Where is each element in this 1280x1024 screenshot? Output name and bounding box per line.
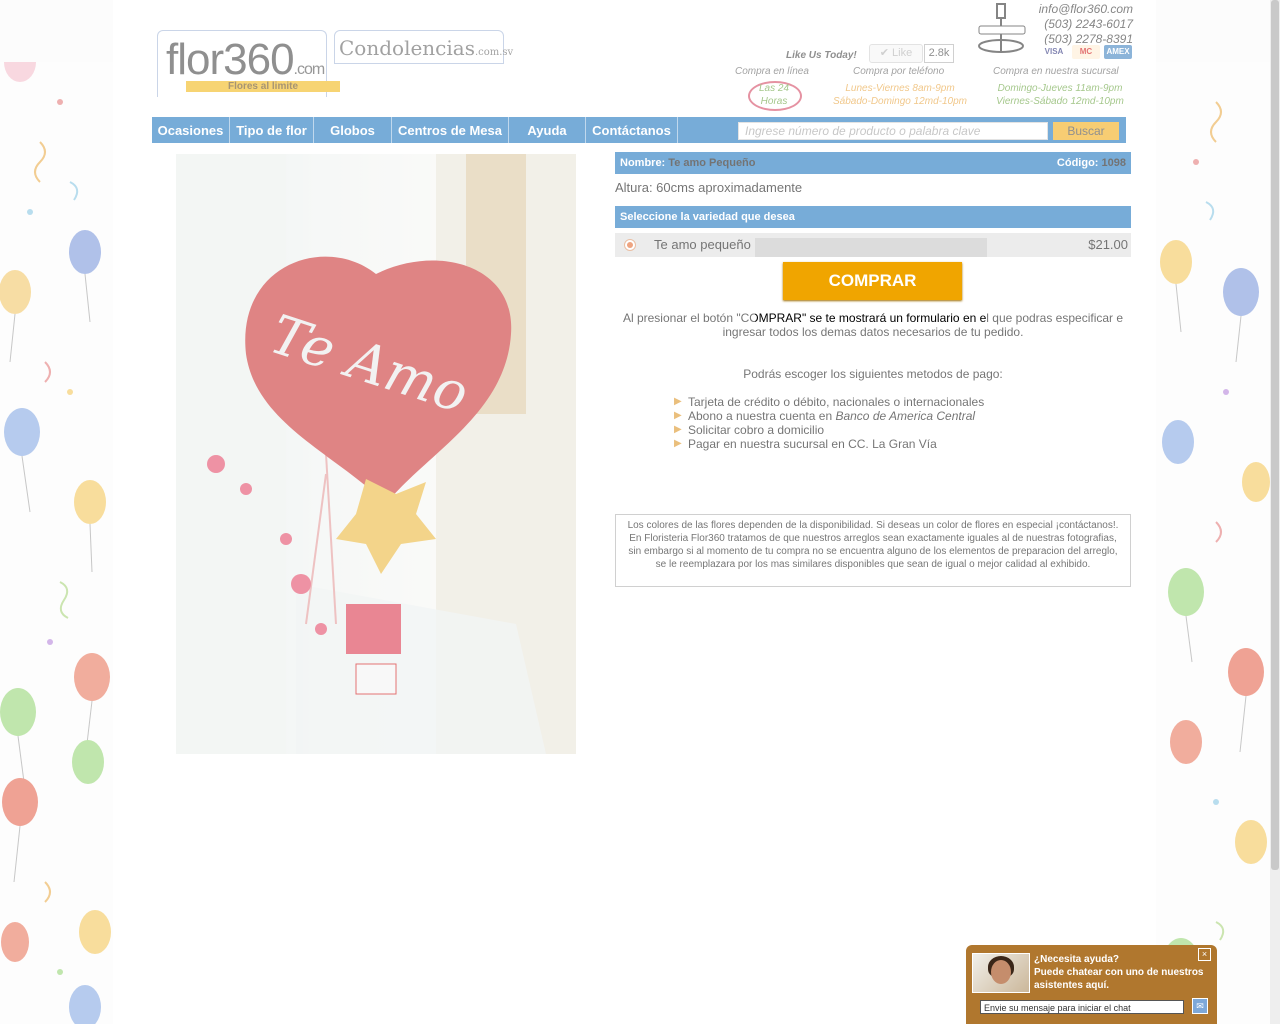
logo-tagline: Flores al limite bbox=[186, 81, 340, 92]
bank-name: Banco de America Central bbox=[835, 409, 976, 423]
search-input[interactable]: Ingrese número de producto o palabra cla… bbox=[738, 122, 1048, 140]
nav-centros-de-mesa[interactable]: Centros de Mesa bbox=[392, 117, 509, 143]
product-image: Te Amo bbox=[176, 154, 576, 754]
nav-ocasiones[interactable]: Ocasiones bbox=[152, 117, 230, 143]
store-purchase-heading: Compra en nuestra sucursal bbox=[993, 66, 1119, 77]
close-icon[interactable]: × bbox=[1198, 948, 1211, 961]
chat-agent-avatar bbox=[972, 953, 1030, 993]
store-purchase-hours: Domingo-Jueves 11am-9pm Viernes-Sábado 1… bbox=[985, 82, 1135, 108]
chat-title: ¿Necesita ayuda? Puede chatear con uno d… bbox=[1034, 953, 1212, 992]
phone-hours-line2: Sábado-Domingo 12md-10pm bbox=[833, 96, 967, 107]
chat-message-input[interactable]: Envie su mensaje para iniciar el chat bbox=[980, 1000, 1184, 1014]
mastercard-icon: MC bbox=[1072, 45, 1100, 59]
product-name-bar: Nombre: Te amo Pequeño Código: 1098 bbox=[615, 152, 1131, 174]
nav-tipo-de-flor[interactable]: Tipo de flor bbox=[230, 117, 314, 143]
variety-name: Te amo pequeño bbox=[654, 237, 751, 252]
code-label: Código: bbox=[1056, 157, 1099, 169]
variety-option[interactable]: Te amo pequeño $21.00 bbox=[615, 233, 1131, 257]
product-name: Te amo Pequeño bbox=[668, 157, 756, 169]
right-balloon-pattern bbox=[1156, 62, 1280, 1024]
payment-method-card: Tarjeta de crédito o débito, nacionales … bbox=[674, 395, 984, 409]
facebook-like-button[interactable]: ✔ Like bbox=[869, 44, 923, 63]
la-gran-via-logo bbox=[977, 2, 1027, 58]
nav-contactanos[interactable]: Contáctanos bbox=[586, 117, 678, 143]
variety-header: Seleccione la variedad que desea bbox=[615, 206, 1131, 228]
scrollbar-thumb[interactable] bbox=[1271, 0, 1279, 870]
phone-purchase-hours: Lunes-Viernes 8am-9pm Sábado-Domingo 12m… bbox=[825, 82, 975, 108]
like-label: Like bbox=[892, 47, 913, 59]
chat-send-icon[interactable]: ✉ bbox=[1192, 998, 1208, 1014]
phone-purchase-heading: Compra por teléfono bbox=[853, 66, 945, 77]
buy-instructions: Al presionar el botón "COMPRAR" se te mo… bbox=[622, 311, 1124, 339]
logo2-domain: .com.sv bbox=[474, 47, 514, 58]
chat-subheading: Puede chatear con uno de nuestros asiste… bbox=[1034, 967, 1204, 991]
product-code: 1098 bbox=[1101, 157, 1126, 169]
logo2-text: Condolencias bbox=[339, 36, 475, 60]
phone-hours-line1: Lunes-Viernes 8am-9pm bbox=[845, 83, 955, 94]
amex-card-icon: AMEX bbox=[1104, 45, 1132, 59]
condolencias-logo-tab[interactable]: Condolencias.com.sv bbox=[334, 30, 513, 64]
condolencias-logo: Condolencias.com.sv bbox=[339, 36, 513, 60]
name-label: Nombre: bbox=[620, 157, 666, 169]
deposit-prefix: Abono a nuestra cuenta en bbox=[688, 409, 836, 423]
payment-methods-list: Tarjeta de crédito o débito, nacionales … bbox=[674, 395, 984, 451]
visa-card-icon: VISA bbox=[1040, 45, 1068, 59]
online-purchase-heading: Compra en línea bbox=[735, 66, 809, 77]
flor360-logo-tab[interactable]: flor360.com Flores al limite bbox=[157, 30, 340, 97]
buy-button[interactable]: COMPRAR bbox=[783, 262, 962, 300]
variety-price: $21.00 bbox=[1088, 237, 1128, 252]
flor360-logo: flor360.com bbox=[166, 35, 326, 85]
variety-radio[interactable] bbox=[624, 239, 636, 251]
search-button[interactable]: Buscar bbox=[1053, 122, 1119, 140]
phone-1: (503) 2243-6017 bbox=[1044, 17, 1133, 31]
store-hours-line2: Viernes-Sábado 12md-10pm bbox=[996, 96, 1124, 107]
left-balloon-pattern bbox=[0, 62, 113, 1024]
like-us-label: Like Us Today! bbox=[786, 50, 857, 61]
email-link[interactable]: info@flor360.com bbox=[1030, 2, 1133, 17]
payment-methods-title: Podrás escoger los siguientes metodos de… bbox=[743, 367, 1003, 381]
online-purchase-hours: Las 24 Horas bbox=[740, 82, 808, 108]
logo-text: flor360 bbox=[166, 35, 295, 84]
payment-method-store: Pagar en nuestra sucursal en CC. La Gran… bbox=[674, 437, 984, 451]
like-count: 2.8k bbox=[924, 44, 954, 63]
chat-widget[interactable]: ¿Necesita ayuda? Puede chatear con uno d… bbox=[966, 945, 1217, 1024]
online-hours-line1: Las 24 bbox=[758, 83, 790, 94]
payment-cards: VISA MC AMEX bbox=[1040, 45, 1132, 59]
color-disclaimer: Los colores de las flores dependen de la… bbox=[615, 514, 1131, 587]
logo-domain: .com bbox=[293, 61, 326, 78]
payment-method-deposit: Abono a nuestra cuenta en Banco de Ameri… bbox=[674, 409, 984, 423]
contact-info: info@flor360.com (503) 2243-6017 (503) 2… bbox=[1030, 2, 1133, 47]
nav-globos[interactable]: Globos bbox=[314, 117, 392, 143]
store-hours-line1: Domingo-Jueves 11am-9pm bbox=[997, 83, 1123, 94]
product-height: Altura: 60cms aproximadamente bbox=[615, 180, 803, 195]
nav-ayuda[interactable]: Ayuda bbox=[509, 117, 586, 143]
online-hours-line2: Horas bbox=[760, 96, 788, 107]
check-icon: ✔ bbox=[879, 47, 889, 59]
payment-method-home: Solicitar cobro a domicilio bbox=[674, 423, 984, 437]
chat-heading: ¿Necesita ayuda? bbox=[1034, 954, 1120, 965]
